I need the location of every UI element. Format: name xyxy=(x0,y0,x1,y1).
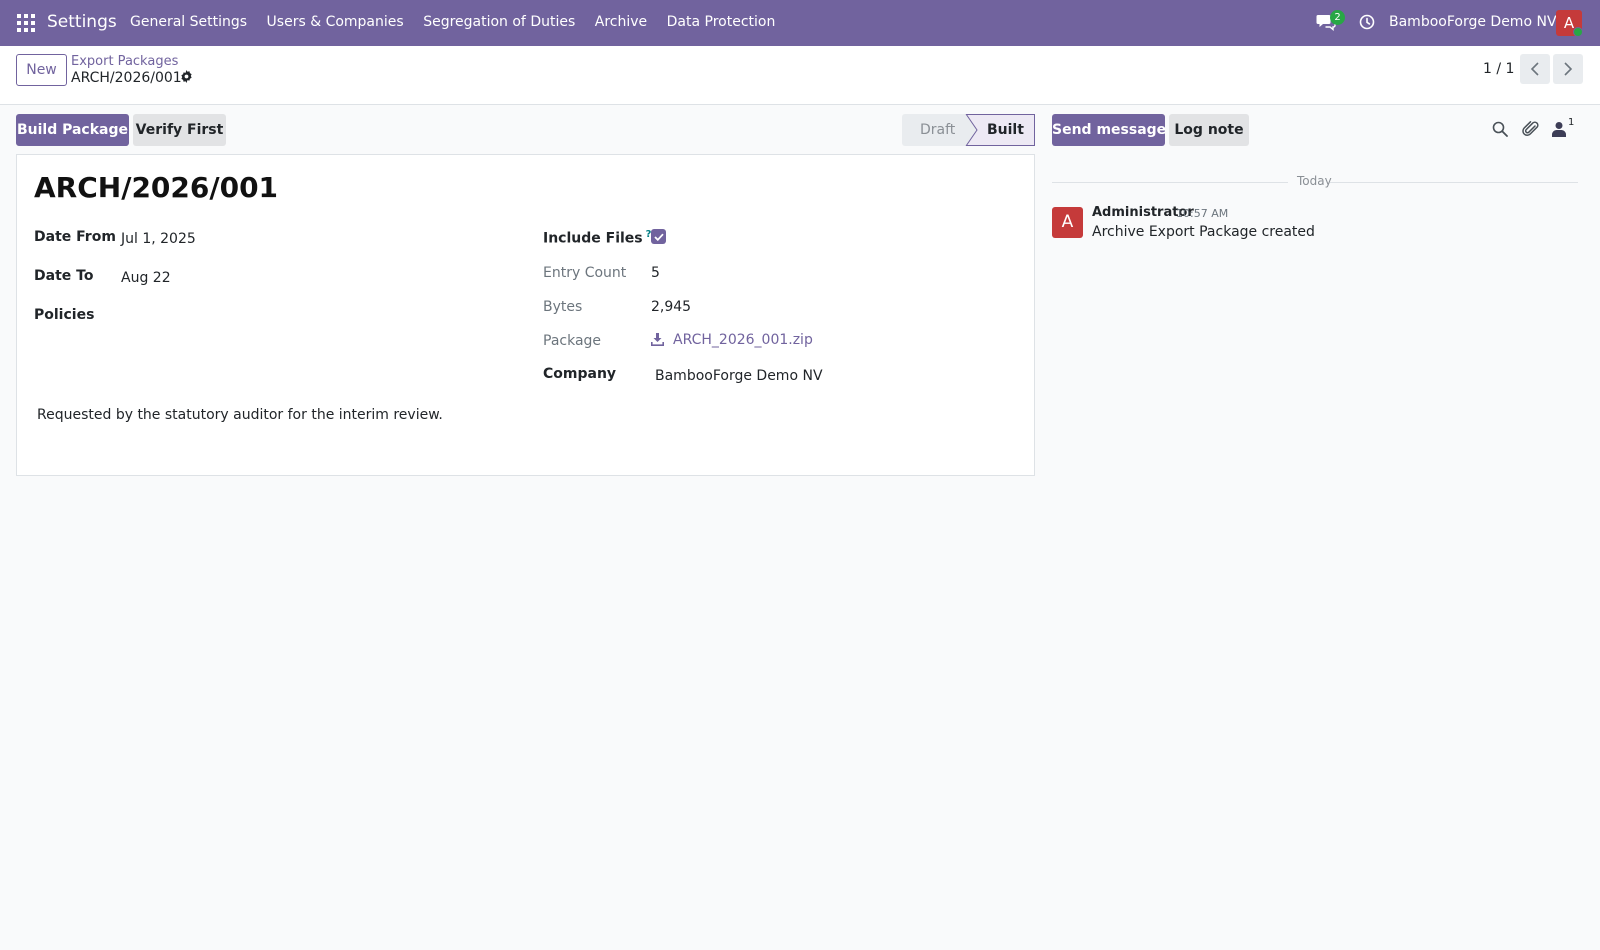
chat-count-badge: 2 xyxy=(1330,10,1345,25)
include-files-checkbox[interactable] xyxy=(651,229,666,244)
stage-arrow-icon xyxy=(964,114,978,146)
menu-segregation-of-duties[interactable]: Segregation of Duties xyxy=(423,14,575,30)
app-name[interactable]: Settings xyxy=(47,12,117,32)
package-file-link[interactable]: ARCH_2026_001.zip xyxy=(673,332,813,348)
company-label: Company xyxy=(543,366,617,382)
checkmark-icon xyxy=(653,233,664,241)
record-title[interactable]: ARCH/2026/001 xyxy=(34,171,278,204)
search-icon[interactable] xyxy=(1492,121,1508,137)
date-from-field[interactable]: Jul 1, 2025 xyxy=(121,231,196,247)
stage-draft[interactable]: Draft xyxy=(902,114,968,146)
send-message-button[interactable]: Send message xyxy=(1052,114,1166,146)
date-separator-label: Today xyxy=(1297,174,1332,188)
activity-clock-icon[interactable] xyxy=(1359,14,1375,30)
policies-label: Policies xyxy=(34,307,95,323)
pager-previous-button[interactable] xyxy=(1520,54,1550,84)
breadcrumb-export-packages[interactable]: Export Packages xyxy=(71,54,178,69)
message-author-avatar[interactable]: A xyxy=(1052,207,1083,238)
date-from-label: Date From xyxy=(34,229,116,245)
menu-data-protection[interactable]: Data Protection xyxy=(667,14,776,30)
user-online-status-icon xyxy=(1573,27,1583,37)
chevron-left-icon xyxy=(1530,62,1539,76)
message-body: Archive Export Package created xyxy=(1092,224,1315,240)
log-note-button[interactable]: Log note xyxy=(1169,114,1249,146)
menu-general-settings[interactable]: General Settings xyxy=(130,14,247,30)
paperclip-icon[interactable] xyxy=(1522,120,1540,138)
description-note[interactable]: Requested by the statutory auditor for t… xyxy=(37,407,443,423)
apps-menu-icon[interactable] xyxy=(17,14,35,32)
include-files-label-text: Include Files xyxy=(543,230,643,247)
bytes-value: 2,945 xyxy=(651,299,692,315)
download-icon[interactable] xyxy=(651,333,664,346)
package-label: Package xyxy=(543,333,602,349)
company-switcher[interactable]: BambooForge Demo NV xyxy=(1389,14,1557,30)
date-separator-line xyxy=(1330,182,1578,183)
breadcrumb-current-record: ARCH/2026/001 xyxy=(71,70,182,86)
entry-count-value: 5 xyxy=(651,265,660,281)
date-separator-line xyxy=(1052,182,1288,183)
verify-first-button[interactable]: Verify First xyxy=(133,114,226,146)
control-panel: New Export Packages ARCH/2026/001 1 / 1 xyxy=(0,46,1600,105)
company-field[interactable]: BambooForge Demo NV xyxy=(655,368,823,384)
menu-users-companies[interactable]: Users & Companies xyxy=(267,14,404,30)
build-package-button[interactable]: Build Package xyxy=(16,114,129,146)
form-sheet: ARCH/2026/001 Date From Jul 1, 2025 Date… xyxy=(16,154,1035,476)
main-menu: General Settings Users & Companies Segre… xyxy=(130,14,795,30)
gear-icon[interactable] xyxy=(180,70,193,83)
top-navbar: Settings General Settings Users & Compan… xyxy=(0,0,1600,46)
menu-archive[interactable]: Archive xyxy=(595,14,647,30)
entry-count-label: Entry Count xyxy=(543,265,627,281)
pager-next-button[interactable] xyxy=(1553,54,1583,84)
followers-count: 1 xyxy=(1568,117,1575,128)
followers-icon[interactable] xyxy=(1552,121,1566,137)
chevron-right-icon xyxy=(1564,62,1573,76)
include-files-label: Include Files? xyxy=(543,229,651,247)
date-to-label: Date To xyxy=(34,268,94,284)
date-to-field[interactable]: Aug 22 xyxy=(121,270,171,286)
new-button[interactable]: New xyxy=(16,54,67,86)
bytes-label: Bytes xyxy=(543,299,583,315)
pager-value[interactable]: 1 / 1 xyxy=(1483,61,1514,77)
message-timestamp: 10:57 AM xyxy=(1176,207,1229,220)
